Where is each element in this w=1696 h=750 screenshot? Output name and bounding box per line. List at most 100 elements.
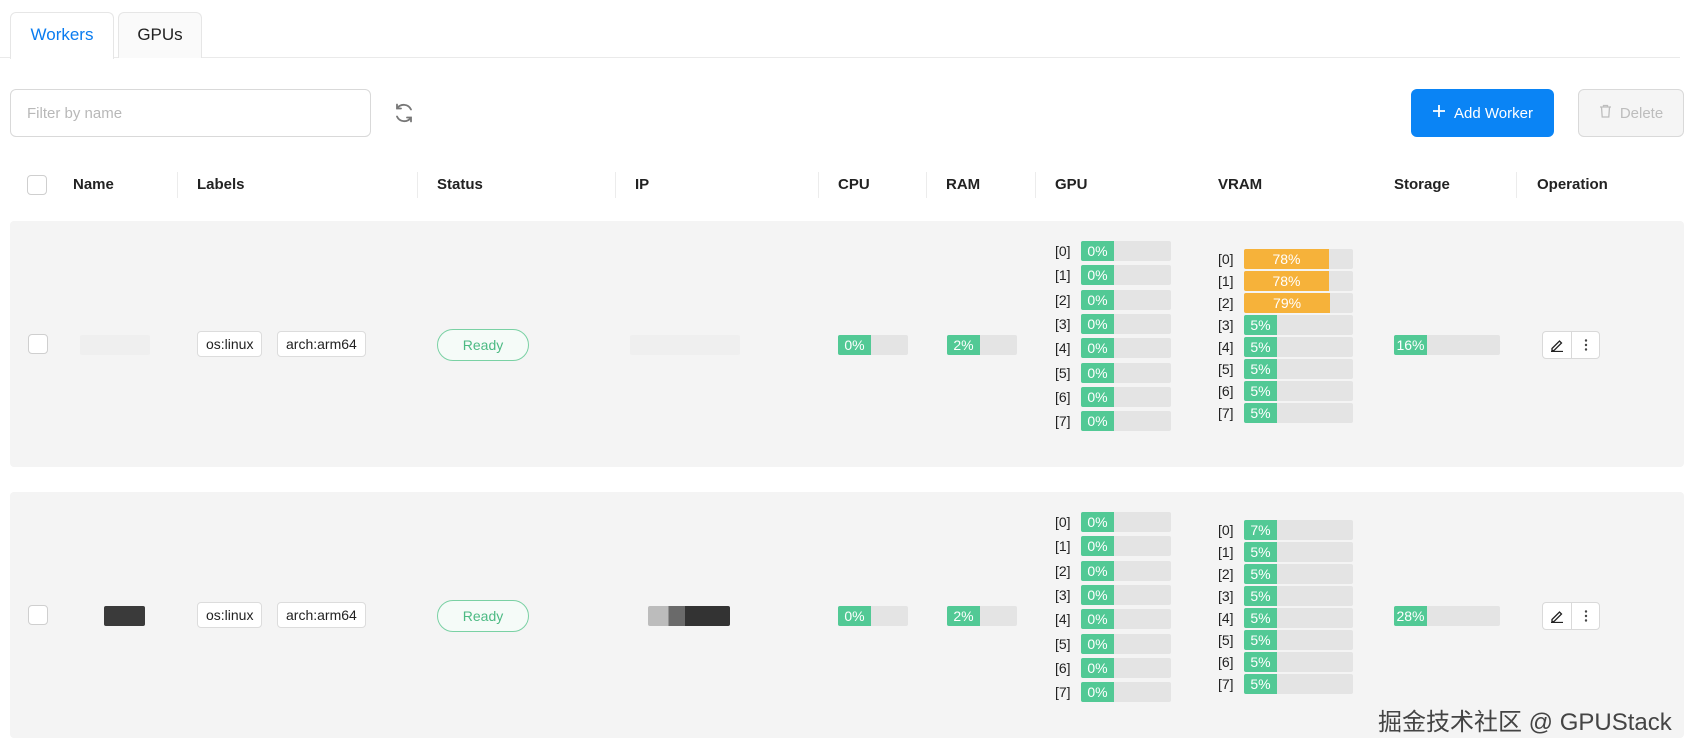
row-operations — [1542, 602, 1600, 630]
ram-usage-bar: 2% — [947, 606, 1017, 626]
vram-index-label: [6] — [1218, 383, 1234, 399]
redacted-name — [104, 606, 145, 626]
storage-usage-bar: 28% — [1394, 606, 1500, 626]
edit-icon[interactable] — [1543, 332, 1571, 358]
gpu-usage-value: 0% — [1081, 411, 1114, 432]
add-worker-button[interactable]: Add Worker — [1411, 89, 1554, 137]
gpu-usage-bar: 0% — [1081, 289, 1171, 310]
vram-usage-value: 5% — [1244, 564, 1277, 584]
vram-index-label: [3] — [1218, 588, 1234, 604]
more-vertical-icon[interactable] — [1571, 603, 1599, 629]
watermark: 掘金技术社区 @ GPUStack — [1378, 709, 1672, 736]
tab-workers[interactable]: Workers — [10, 12, 114, 59]
gpu-usage-value: 0% — [1081, 536, 1114, 557]
gpu-index-label: [5] — [1055, 635, 1071, 652]
row-checkbox[interactable] — [28, 605, 48, 625]
vram-usage-value: 5% — [1244, 542, 1277, 562]
vram-index-label: [0] — [1218, 251, 1234, 267]
vram-usage-bar: 5% — [1244, 652, 1353, 672]
gpu-usage-bar: 0% — [1081, 411, 1171, 432]
delete-label: Delete — [1619, 104, 1664, 122]
row-checkbox[interactable] — [28, 334, 48, 354]
gpu-index-label: [1] — [1055, 538, 1071, 555]
tab-gpus[interactable]: GPUs — [118, 12, 202, 58]
vram-usage-value: 78% — [1244, 271, 1330, 291]
label-tag: arch:arm64 — [277, 331, 366, 357]
cpu-usage-bar: 0% — [838, 606, 908, 626]
gpu-index-label: [6] — [1055, 659, 1071, 676]
col-vram: VRAM — [1218, 176, 1263, 193]
gpu-usage-value: 0% — [1081, 386, 1114, 407]
gpu-usage-bar: 0% — [1081, 362, 1171, 383]
gpu-index-label: [4] — [1055, 340, 1071, 357]
gpu-usage-value: 0% — [1081, 633, 1114, 654]
more-vertical-icon[interactable] — [1571, 332, 1599, 358]
vram-usage-value: 5% — [1244, 359, 1277, 379]
table-row: os:linux arch:arm64 Ready 0% 2% [0] 0% [1]… — [10, 221, 1684, 467]
vram-usage-value: 7% — [1244, 520, 1277, 540]
vram-usage-bar: 5% — [1244, 359, 1353, 379]
gpu-usage-bar: 0% — [1081, 560, 1171, 581]
col-name[interactable]: Name — [73, 176, 114, 193]
vram-usage-bar: 5% — [1244, 403, 1353, 423]
vram-usage-bar: 78% — [1244, 249, 1353, 269]
gpu-index-label: [2] — [1055, 291, 1071, 308]
vram-index-label: [1] — [1218, 273, 1234, 289]
col-operation: Operation — [1537, 176, 1608, 193]
col-gpu: GPU — [1055, 176, 1088, 193]
vram-usage-bar: 5% — [1244, 315, 1353, 335]
gpu-usage-value: 0% — [1081, 338, 1114, 359]
trash-icon — [1599, 104, 1612, 122]
edit-icon[interactable] — [1543, 603, 1571, 629]
gpu-usage-bar: 0% — [1081, 512, 1171, 532]
redacted-name — [80, 335, 150, 355]
vram-index-label: [4] — [1218, 610, 1234, 626]
select-all-checkbox[interactable] — [27, 175, 47, 195]
col-labels: Labels — [197, 176, 245, 193]
gpu-usage-bar: 0% — [1081, 657, 1171, 678]
gpu-index-label: [3] — [1055, 315, 1071, 332]
row-operations — [1542, 331, 1600, 359]
ram-usage-value: 2% — [947, 606, 980, 626]
status-badge: Ready — [437, 329, 529, 361]
vram-usage-bar: 5% — [1244, 586, 1353, 606]
col-storage: Storage — [1394, 176, 1450, 193]
delete-button[interactable]: Delete — [1578, 89, 1684, 137]
status-badge: Ready — [437, 600, 529, 632]
vram-index-label: [2] — [1218, 566, 1234, 582]
gpu-usage-value: 0% — [1081, 657, 1114, 678]
filter-input[interactable] — [10, 89, 371, 137]
gpu-usage-bar: 0% — [1081, 386, 1171, 407]
gpu-usage-value: 0% — [1081, 560, 1114, 581]
gpu-index-label: [1] — [1055, 267, 1071, 284]
vram-usage-bar: 79% — [1244, 293, 1353, 313]
gpu-index-label: [0] — [1055, 243, 1071, 259]
gpu-index-label: [2] — [1055, 562, 1071, 579]
col-ip: IP — [635, 176, 650, 193]
vram-index-label: [7] — [1218, 405, 1234, 421]
add-worker-label: Add Worker — [1454, 104, 1533, 122]
vram-usage-value: 5% — [1244, 652, 1277, 672]
vram-usage-value: 79% — [1244, 293, 1331, 313]
vram-usage-bar: 5% — [1244, 381, 1353, 401]
gpu-index-label: [7] — [1055, 413, 1071, 430]
plus-icon — [1432, 104, 1446, 122]
vram-usage-value: 5% — [1244, 586, 1277, 606]
gpu-usage-bar: 0% — [1081, 609, 1171, 630]
refresh-icon[interactable] — [392, 101, 416, 125]
redacted-ip — [648, 606, 730, 626]
gpu-usage-value: 0% — [1081, 241, 1114, 261]
vram-usage-value: 5% — [1244, 674, 1277, 694]
gpu-usage-bar: 0% — [1081, 633, 1171, 654]
tab-bar: Workers GPUs — [0, 12, 1680, 59]
gpu-usage-bar: 0% — [1081, 536, 1171, 557]
vram-usage-bar: 5% — [1244, 542, 1353, 562]
vram-index-label: [7] — [1218, 676, 1234, 692]
vram-usage-value: 5% — [1244, 403, 1277, 423]
col-cpu: CPU — [838, 176, 870, 193]
gpu-index-label: [6] — [1055, 388, 1071, 405]
label-tag: arch:arm64 — [277, 602, 366, 628]
col-status: Status — [437, 176, 483, 193]
gpu-usage-value: 0% — [1081, 313, 1114, 334]
table-header: Name Labels Status IP CPU RAM GPU VRAM S… — [0, 168, 1696, 202]
